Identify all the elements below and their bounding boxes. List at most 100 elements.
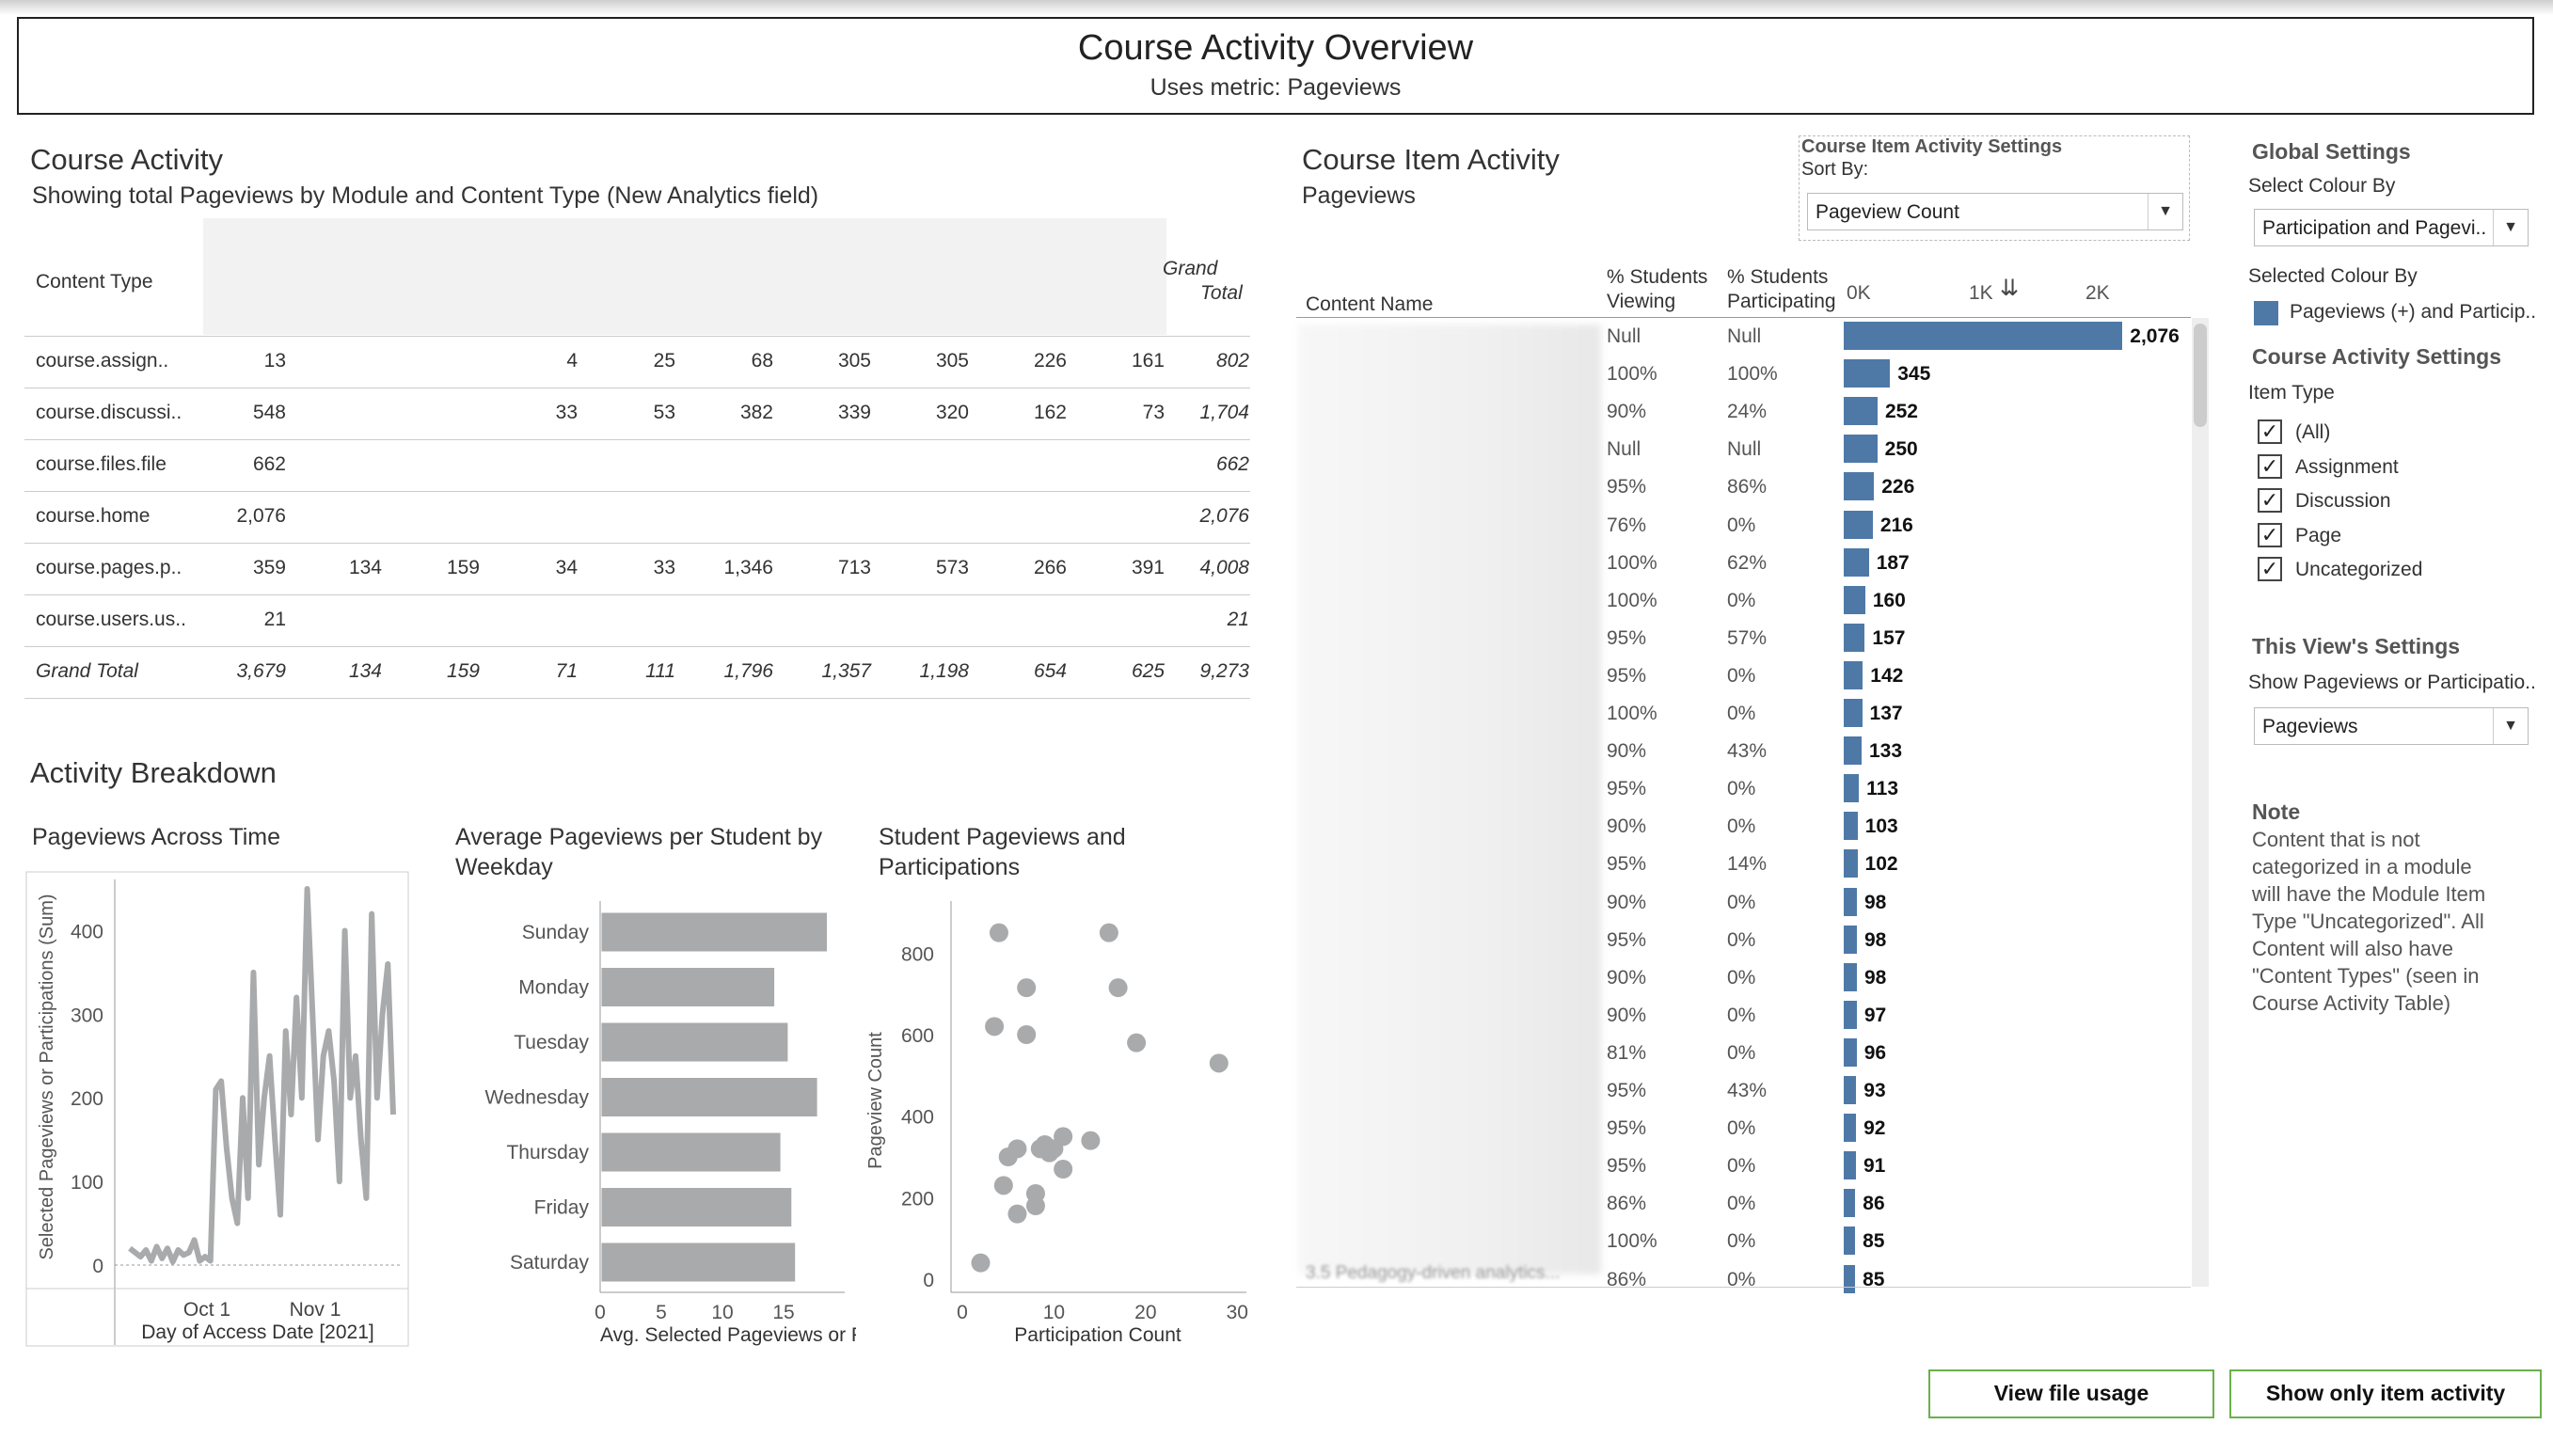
item-row: 95% 0% 113	[1599, 770, 2540, 808]
show-item-activity-button[interactable]: Show only item activity	[2229, 1369, 2542, 1418]
category-label: Thursday	[506, 1142, 589, 1163]
axis-tick-label: 1K	[1969, 282, 1993, 304]
item-value: 216	[1879, 514, 1913, 536]
table-row: course.files.file 662 662	[24, 439, 1250, 492]
pct-viewing: 95%	[1607, 1117, 1647, 1140]
dashboard-header: Course Activity Overview Uses metric: Pa…	[17, 17, 2534, 115]
item-value: 157	[1872, 626, 1906, 649]
legend-swatch	[2254, 301, 2278, 325]
item-value: 250	[1884, 438, 1918, 461]
pct-participating: 0%	[1727, 1193, 1756, 1215]
content-type-header: Content Type	[36, 271, 153, 293]
select-colour-dropdown[interactable]: Participation and Pagevi... ▼	[2254, 209, 2529, 246]
sort-by-dropdown[interactable]: Pageview Count ▼	[1807, 193, 2183, 230]
item-value: 86	[1863, 1193, 1885, 1215]
chevron-down-icon: ▼	[2148, 194, 2182, 229]
x-tick-label: Nov 1	[290, 1299, 341, 1321]
view-file-usage-button[interactable]: View file usage	[1928, 1369, 2214, 1418]
scatter-point	[1054, 1160, 1073, 1179]
table-cell: 548	[252, 402, 286, 423]
pct-participating: 14%	[1727, 853, 1768, 876]
item-value: 97	[1863, 1004, 1887, 1026]
item-bar	[1844, 925, 1857, 954]
table-cell: 53	[653, 402, 675, 423]
weekday-bar	[600, 1077, 818, 1117]
checkbox-all[interactable]: ✓	[2258, 419, 2282, 444]
item-row: 95% 86% 226	[1599, 468, 2540, 506]
table-cell: 662	[252, 453, 286, 475]
item-scrollbar[interactable]	[2192, 318, 2209, 1287]
x-tick-label: 15	[772, 1302, 794, 1323]
item-bar	[1844, 472, 1875, 501]
y-tick-label: 100	[71, 1172, 103, 1194]
pct-viewing: 100%	[1607, 363, 1657, 386]
category-label: Friday	[534, 1197, 590, 1219]
pageviews-time-chart: 0 100 200 300 400 Selected Pageviews or Parti…	[25, 871, 409, 1347]
item-bar	[1844, 962, 1857, 991]
x-tick-label: 0	[595, 1302, 606, 1323]
item-value: 2,076	[2130, 325, 2180, 347]
grand-total-cell: 2,076	[1199, 505, 1249, 527]
table-cell: 3,679	[236, 660, 286, 682]
item-bar	[1844, 397, 1878, 426]
table-cell: 625	[1131, 660, 1165, 682]
checkbox-discussion[interactable]: ✓	[2258, 488, 2282, 513]
table-cell: 226	[1033, 350, 1067, 372]
show-pageviews-dropdown[interactable]: Pageviews ▼	[2254, 707, 2529, 745]
scatter-chart-title-1: Student Pageviews and	[879, 824, 1126, 850]
pct-viewing: Null	[1607, 438, 1641, 461]
checkbox-assignment[interactable]: ✓	[2258, 453, 2282, 479]
table-cell: 1,346	[723, 557, 773, 578]
course-activity-subtitle: Showing total Pageviews by Module and Co…	[32, 182, 819, 209]
category-label: Saturday	[510, 1252, 590, 1274]
y-axis-label: Pageview Count	[865, 1032, 886, 1169]
grand-total-cell: 1,704	[1199, 402, 1249, 423]
scatter-point	[1054, 1127, 1073, 1147]
table-cell: 68	[751, 350, 773, 372]
scrollbar-thumb[interactable]	[2194, 324, 2207, 427]
table-cell: 1,796	[723, 660, 773, 682]
grand-total-header-2: Total	[1200, 282, 1243, 304]
table-cell: 573	[935, 557, 969, 578]
item-row: 86% 0% 85	[1599, 1261, 2540, 1299]
col-viewing-label-2: Viewing	[1607, 291, 1676, 312]
row-label: course.assign..	[36, 350, 169, 372]
table-cell: 134	[348, 660, 382, 682]
item-bar	[1844, 887, 1857, 916]
weekday-bar	[600, 1242, 797, 1283]
y-tick-label: 600	[901, 1025, 934, 1047]
col-participating-label-2: Participating	[1727, 291, 1836, 312]
pct-participating: 43%	[1727, 1080, 1768, 1101]
selected-colour-label: Selected Colour By	[2248, 265, 2418, 287]
y-tick-label: 800	[901, 943, 934, 965]
category-label: Sunday	[522, 922, 590, 943]
item-bar	[1844, 1114, 1857, 1143]
pct-viewing: 90%	[1607, 815, 1647, 838]
checkbox-page[interactable]: ✓	[2258, 522, 2282, 547]
category-label: Monday	[518, 977, 589, 999]
item-bar	[1844, 1076, 1857, 1104]
checkbox-label: Discussion	[2295, 490, 2391, 512]
y-tick-label: 400	[71, 921, 103, 942]
select-colour-label: Select Colour By	[2248, 175, 2396, 197]
table-cell: 21	[263, 609, 286, 630]
view-settings-title: This View's Settings	[2252, 634, 2461, 658]
item-bar	[1844, 1264, 1856, 1293]
category-label: Wednesday	[484, 1087, 589, 1109]
item-value: 160	[1872, 589, 1906, 611]
x-tick-label: Oct 1	[183, 1299, 230, 1321]
sort-icon[interactable]: ⇊	[2000, 275, 2019, 302]
item-bar	[1844, 660, 1863, 689]
item-bar	[1844, 585, 1865, 614]
item-value: 92	[1863, 1117, 1886, 1140]
pct-participating: 24%	[1727, 401, 1768, 423]
course-activity-title: Course Activity	[30, 143, 224, 176]
item-value: 345	[1897, 363, 1931, 386]
pct-viewing: 90%	[1607, 966, 1647, 989]
checkbox-uncategorized[interactable]: ✓	[2258, 557, 2282, 581]
scatter-point	[1017, 1025, 1037, 1044]
chevron-down-icon: ▼	[2493, 210, 2528, 245]
x-tick-label: 10	[711, 1302, 733, 1323]
table-cell: 134	[348, 557, 382, 578]
row-label: Grand Total	[36, 660, 138, 682]
